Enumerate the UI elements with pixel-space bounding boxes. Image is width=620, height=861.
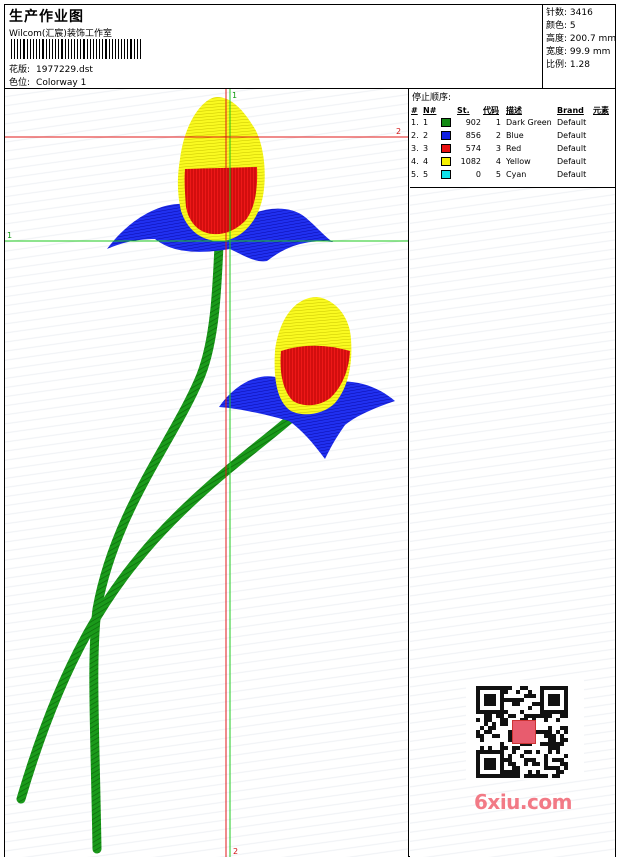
col-needle: N#	[423, 105, 437, 115]
table-row: 4. 4 1082 4 Yellow Default	[411, 157, 587, 166]
barcode-bar	[139, 39, 141, 59]
guide-label-green-v: 1	[232, 91, 237, 100]
barcode-bar	[120, 39, 123, 59]
col-stitches: St.	[457, 105, 470, 115]
barcode-bar	[134, 39, 135, 59]
stat-scale: 比例: 1.28	[546, 60, 590, 70]
barcode-bar	[71, 39, 72, 59]
barcode-bar	[49, 39, 50, 59]
barcode-bar	[29, 39, 32, 59]
barcode-bar	[55, 39, 56, 59]
color-swatch	[441, 131, 451, 140]
qr-code-box	[466, 680, 584, 780]
color-swatch	[441, 157, 451, 166]
color-swatch	[441, 144, 451, 153]
barcode-bar	[118, 39, 119, 59]
colorway-label: 色位:	[9, 78, 31, 88]
barcode-bar	[82, 39, 86, 59]
barcode-bar	[42, 39, 45, 59]
stat-stitches: 针数: 3416	[546, 8, 593, 18]
barcode-bar	[104, 39, 108, 59]
design-file-value: 1977229.dst	[36, 65, 93, 75]
barcode	[11, 39, 143, 59]
color-swatch	[441, 170, 451, 179]
guide-label-green-h: 1	[7, 231, 12, 240]
guide-label-red-h: 2	[396, 127, 401, 136]
barcode-bar	[136, 39, 138, 59]
col-index: #	[411, 105, 418, 115]
barcode-bar	[33, 39, 34, 59]
table-row: 1. 1 902 1 Dark Green Default	[411, 118, 587, 127]
col-element: 元素	[593, 105, 609, 115]
stop-sequence-table: # N# St. 代码 描述 Brand 元素 1. 1 902 1 Dark …	[410, 104, 615, 181]
design-stats: 针数: 3416 颜色: 5 高度: 200.7 mm 宽度: 99.9 mm …	[542, 5, 617, 89]
barcode-bar	[64, 39, 67, 59]
barcode-bar	[46, 39, 48, 59]
table-header-row: # N# St. 代码 描述 Brand 元素	[410, 104, 615, 116]
barcode-bar	[127, 39, 128, 59]
barcode-bar	[17, 39, 18, 59]
barcode-bar	[102, 39, 103, 59]
barcode-bar	[111, 39, 113, 59]
barcode-bar	[87, 39, 88, 59]
barcode-bar	[80, 39, 81, 59]
barcode-bar	[96, 39, 97, 59]
design-file-label: 花版:	[9, 65, 31, 75]
table-row: 3. 3 574 3 Red Default	[411, 144, 587, 153]
barcode-bar	[35, 39, 37, 59]
company-name: Wilcom(汇宸)装饰工作室	[9, 29, 112, 39]
watermark-text: 6xiu.com	[474, 790, 572, 814]
col-description: 描述	[506, 105, 522, 115]
col-brand: Brand	[557, 105, 584, 115]
sheet-header: 生产作业图 Wilcom(汇宸)装饰工作室 花版: 1977229.dst 色位:…	[5, 5, 617, 89]
stem-right	[16, 414, 295, 804]
col-code: 代码	[483, 105, 499, 115]
barcode-bar	[77, 39, 79, 59]
color-swatch	[441, 118, 451, 127]
design-canvas: 1 2 1 2	[5, 89, 409, 857]
barcode-bar	[60, 39, 63, 59]
embroidery-design: 1 2 1 2	[5, 89, 408, 857]
stem-left	[89, 240, 224, 854]
barcode-bar	[73, 39, 76, 59]
table-row: 2. 2 856 2 Blue Default	[411, 131, 587, 140]
stop-sequence-title: 停止顺序:	[412, 93, 452, 103]
col-swatch	[440, 104, 456, 116]
barcode-bar	[22, 39, 25, 59]
barcode-bar	[11, 39, 12, 59]
design-file-line: 花版: 1977229.dst	[9, 62, 93, 75]
barcode-bar	[26, 39, 28, 59]
barcode-bar	[68, 39, 70, 59]
stat-width: 宽度: 99.9 mm	[546, 47, 611, 57]
colorway-value: Colorway 1	[36, 78, 87, 88]
stat-colors: 颜色: 5	[546, 21, 576, 31]
stop-sequence-panel: 停止顺序: # N# St. 代码 描述 Brand 元素 1. 1 902 1…	[410, 89, 615, 189]
barcode-bar	[19, 39, 21, 59]
barcode-bar	[124, 39, 126, 59]
barcode-bar	[98, 39, 101, 59]
barcode-bar	[109, 39, 110, 59]
barcode-bar	[93, 39, 95, 59]
barcode-bar	[129, 39, 133, 59]
barcode-bar	[114, 39, 117, 59]
barcode-bar	[57, 39, 59, 59]
barcode-bar	[51, 39, 54, 59]
stat-height: 高度: 200.7 mm	[546, 34, 617, 44]
colorway-line: 色位: Colorway 1	[9, 75, 86, 88]
barcode-bar	[13, 39, 16, 59]
qr-code	[476, 686, 568, 778]
barcode-bar	[38, 39, 41, 59]
guide-label-red-v: 2	[233, 847, 238, 856]
qr-seal-logo	[512, 720, 536, 744]
table-row: 5. 5 0 5 Cyan Default	[411, 170, 587, 179]
sheet-title: 生产作业图	[9, 9, 84, 25]
barcode-bar	[89, 39, 92, 59]
